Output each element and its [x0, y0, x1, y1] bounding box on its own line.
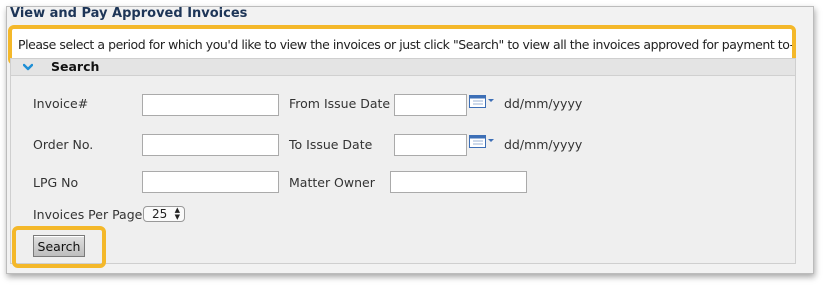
- from-issue-date-label: From Issue Date: [289, 96, 391, 111]
- select-stepper-icon: ▲ ▼: [174, 206, 180, 221]
- order-number-label: Order No.: [33, 137, 94, 152]
- search-section-title: Search: [51, 59, 100, 74]
- lpg-number-label: LPG No: [33, 175, 79, 190]
- from-date-format-hint: dd/mm/yyyy: [504, 96, 583, 111]
- panel-title: View and Pay Approved Invoices: [10, 6, 248, 21]
- search-button[interactable]: Search: [33, 235, 85, 257]
- calendar-icon[interactable]: [469, 135, 495, 149]
- to-issue-date-input[interactable]: [394, 134, 467, 156]
- invoices-per-page-label: Invoices Per Page: [33, 207, 143, 222]
- invoice-number-label: Invoice#: [33, 96, 89, 111]
- to-issue-date-label: To Issue Date: [289, 137, 373, 152]
- matter-owner-input[interactable]: [390, 171, 527, 193]
- search-section: Search: [10, 58, 796, 264]
- from-issue-date-input[interactable]: [394, 94, 467, 116]
- invoices-per-page-value: 25: [152, 207, 168, 221]
- calendar-icon[interactable]: [469, 95, 495, 109]
- chevron-down-icon[interactable]: [23, 62, 33, 72]
- search-section-header[interactable]: Search: [11, 59, 795, 76]
- invoice-number-input[interactable]: [142, 94, 279, 116]
- invoices-per-page-select[interactable]: 25 ▲ ▼: [143, 206, 185, 222]
- matter-owner-label: Matter Owner: [289, 175, 375, 190]
- lpg-number-input[interactable]: [142, 171, 279, 193]
- order-number-input[interactable]: [142, 134, 279, 156]
- to-date-format-hint: dd/mm/yyyy: [504, 137, 583, 152]
